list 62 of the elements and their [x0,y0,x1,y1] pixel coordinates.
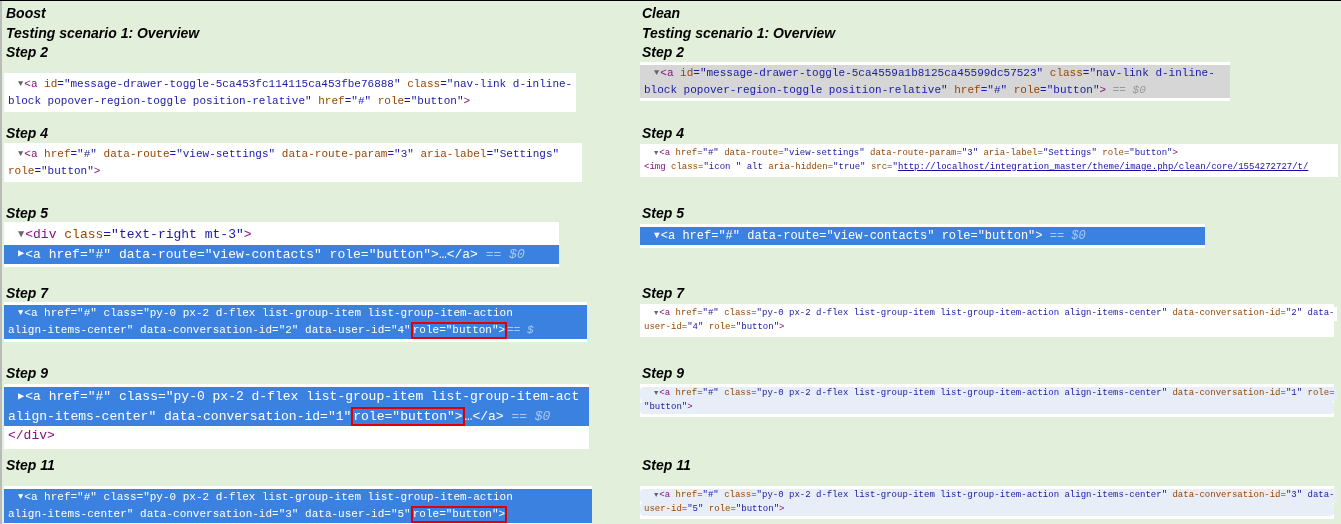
scenario-heading: Testing scenario 1: Overview [5,24,200,43]
expand-arrow[interactable]: ▼ [18,77,24,91]
section-title: Boost [5,4,46,23]
code-text: <a href="#" class="py-0 px-2 d-flex list-group-item list-group-item-action align-items-center" data-conversation-id="1" role= [659,387,1335,400]
code-text: <div class="text-right mt-3"> [25,226,252,244]
code-row[interactable]: align-items-center" data-conversation-id="1"role="button">…</a> == $0 [4,406,589,427]
step-heading: Step 11 [641,456,691,474]
code-text: </div> [8,427,55,446]
code-text: block popover-region-toggle position-relative" href="#" role="button"> [8,93,471,109]
code-row[interactable]: ▼<a href="#" class="py-0 px-2 d-flex list-group-item list-group-item-action [4,305,587,322]
code-text: <a href="#" data-route="view-settings" data-route-param="3" aria-label="Settings" role="button"> [659,147,1178,160]
highlighted-code: role="button"> [410,505,508,523]
step-heading: Step 4 [641,124,684,142]
step-heading: Step 7 [5,284,48,302]
code-link[interactable]: http://localhost/integration_master/theme/image.php/clean/core/1554272727/t/ [897,160,1309,174]
code-text: <a href="#" data-route="view-settings" data-route-param="3" aria-label="Settings" [24,147,560,162]
step-heading: Step 2 [641,43,684,61]
code-text: <a href="#" class="py-0 px-2 d-flex list-group-item list-group-item-action [24,306,513,321]
code-text: <a href="#" class="py-0 px-2 d-flex list-group-item list-group-item-action align-items-center" data-conversation-id="2" data- [659,307,1335,320]
expand-arrow[interactable]: ▼ [18,226,25,243]
code-text: <a id="message-drawer-toggle-5ca4559a1b8125ca45599dc57523" class="nav-link d-inline- [660,66,1215,81]
code-text: align-items-center" data-conversation-id="3" data-user-id="5" [8,506,411,522]
code-text: align-items-center" data-conversation-id="2" data-user-id="4" [8,322,411,338]
code-text: <a href="#" data-route="view-contacts" role="button"> == $0 [660,228,1086,245]
expand-arrow[interactable]: ▶ [18,388,25,405]
step-heading: Step 5 [641,204,684,222]
code-text: <img class="icon " alt aria-hidden="true" src=" [644,160,898,174]
step-heading: Step 5 [5,204,48,222]
code-text: <a href="#" class="py-0 px-2 d-flex list-group-item list-group-item-action [24,490,513,505]
code-text: "button"> [644,400,693,414]
code-row[interactable]: ▼<a id="message-drawer-toggle-5ca4559a1b8125ca45599dc57523" class="nav-link d-inline- [640,65,1230,82]
code-text: <a href="#" data-route="view-contacts" role="button">…</a> == $0 [25,245,525,264]
code-row[interactable]: ▼<a href="#" data-route="view-contacts" role="button"> == $0 [640,227,1205,245]
step-heading: Step 7 [641,284,684,302]
highlighted-code: role="button"> [351,406,465,427]
code-text: == $ [507,322,534,338]
expand-arrow[interactable]: ▶ [18,246,25,263]
code-text: role="button"> [8,163,101,179]
highlighted-code: role="button"> [410,321,508,339]
code-text: <a id="message-drawer-toggle-5ca453fc114115ca453fbe76888" class="nav-link d-inline- [24,77,573,92]
code-row[interactable]: ▼<a href="#" class="py-0 px-2 d-flex list-group-item list-group-item-action [4,489,592,506]
step-heading: Step 11 [5,456,55,474]
expand-arrow[interactable]: ▼ [654,228,660,244]
step-heading: Step 9 [5,364,48,382]
step-heading: Step 9 [641,364,684,382]
expand-arrow[interactable]: ▼ [654,66,660,80]
step-heading: Step 4 [5,124,48,142]
code-row[interactable]: ▶<a href="#" data-route="view-contacts" role="button">…</a> == $0 [4,244,559,264]
code-text: align-items-center" data-conversation-id="1" [8,407,352,426]
step-heading: Step 2 [5,43,48,61]
code-text: <a href="#" class="py-0 px-2 d-flex list-group-item list-group-item-act [25,388,580,406]
code-text: user-id="4" role="button"> [644,320,785,334]
code-row[interactable]: ▶<a href="#" class="py-0 px-2 d-flex list-group-item list-group-item-act [4,387,589,407]
code-text: user-id="5" role="button"> [644,502,785,516]
code-text: …</a> == $0 [464,407,551,426]
expand-arrow[interactable]: ▼ [18,490,24,504]
section-title: Clean [641,4,681,23]
expand-arrow[interactable]: ▼ [18,306,24,320]
scenario-heading: Testing scenario 1: Overview [641,24,836,43]
expand-arrow[interactable]: ▼ [18,147,24,161]
code-text: <a href="#" class="py-0 px-2 d-flex list-group-item list-group-item-action align-items-center" data-conversation-id="3" data- [659,489,1335,502]
code-text: block popover-region-toggle position-relative" href="#" role="button"> == $0 [644,82,1146,98]
